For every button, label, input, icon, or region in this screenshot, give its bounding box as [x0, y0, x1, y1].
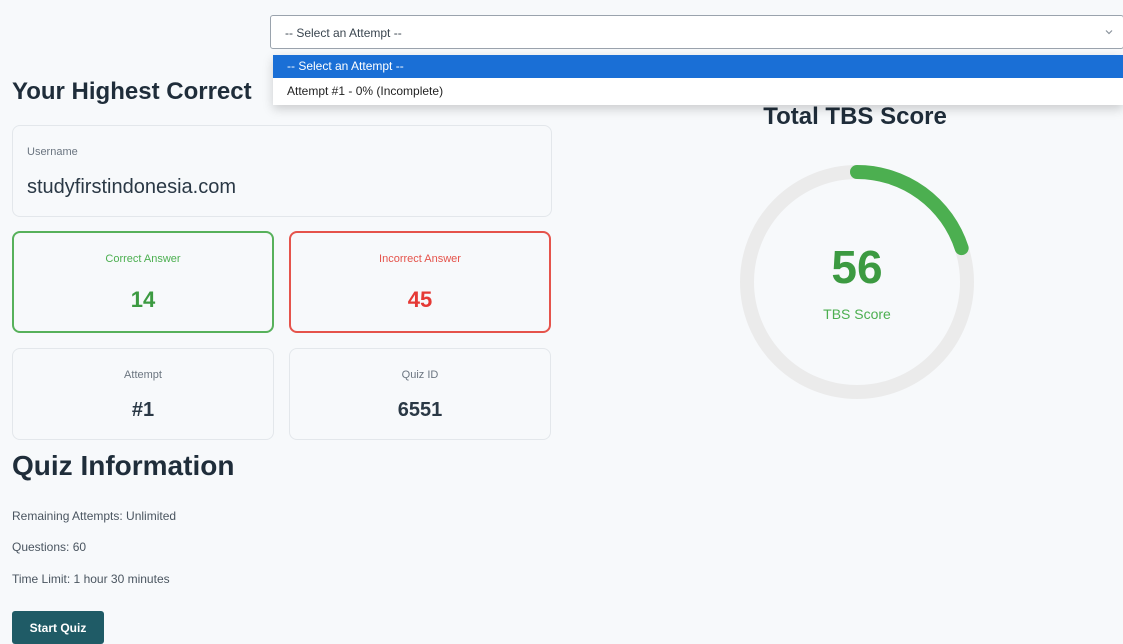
remaining-attempts-text: Remaining Attempts: Unlimited [12, 509, 177, 523]
attempt-select[interactable]: -- Select an Attempt -- [270, 15, 1123, 49]
questions-count-text: Questions: 60 [12, 540, 87, 554]
tbs-score-value: 56 [831, 241, 883, 293]
attempt-card: Attempt #1 [12, 348, 274, 440]
highest-score-heading: Your Highest Correct [12, 78, 252, 105]
quiz-id-card: Quiz ID 6551 [289, 348, 551, 440]
attempt-options-list: -- Select an Attempt -- Attempt #1 - 0% … [273, 55, 1123, 105]
incorrect-answer-label: Incorrect Answer [379, 253, 461, 265]
start-quiz-button[interactable]: Start Quiz [12, 611, 104, 644]
tbs-score-caption: TBS Score [823, 306, 891, 322]
username-label: Username [27, 146, 78, 158]
chevron-down-icon [1105, 30, 1113, 35]
attempt-select-value: -- Select an Attempt -- [285, 26, 402, 40]
quiz-results-page: Your Highest Correct Username studyfirst… [0, 0, 1123, 644]
attempt-option[interactable]: -- Select an Attempt -- [273, 55, 1123, 78]
attempt-value: #1 [131, 399, 155, 421]
quiz-id-label: Quiz ID [401, 369, 439, 381]
username-value: studyfirstindonesia.com [27, 176, 236, 198]
incorrect-answer-card: Incorrect Answer 45 [289, 231, 551, 333]
quiz-id-value: 6551 [397, 399, 443, 421]
tbs-score-heading: Total TBS Score [763, 103, 947, 130]
time-limit-text: Time Limit: 1 hour 30 minutes [12, 572, 170, 586]
incorrect-answer-value: 45 [407, 287, 433, 312]
quiz-information-heading: Quiz Information [12, 450, 235, 481]
correct-answer-value: 14 [130, 287, 156, 312]
correct-answer-label: Correct Answer [105, 253, 181, 265]
username-card: Username studyfirstindonesia.com [12, 125, 552, 217]
attempt-option[interactable]: Attempt #1 - 0% (Incomplete) [273, 80, 1123, 103]
correct-answer-card: Correct Answer 14 [12, 231, 274, 333]
attempt-label: Attempt [124, 369, 162, 381]
